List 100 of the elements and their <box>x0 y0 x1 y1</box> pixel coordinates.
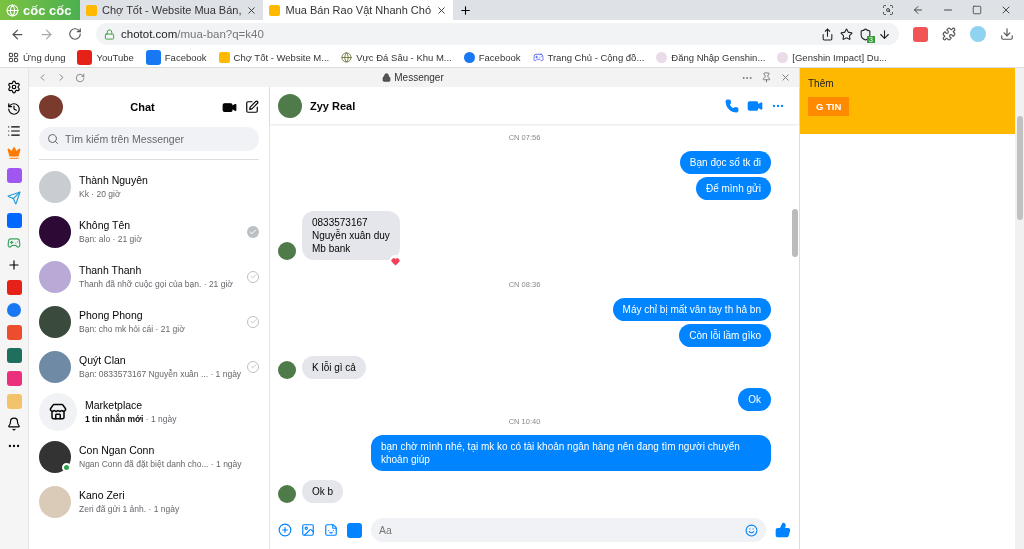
received-message: Ok b <box>302 480 344 503</box>
contact-avatar <box>278 93 302 118</box>
compose-icon[interactable] <box>245 100 259 114</box>
store-icon <box>49 402 67 421</box>
contact-name: Thành Nguyên <box>79 174 149 186</box>
window-title: Messenger <box>394 72 444 83</box>
received-message: 0833573167 Nguyễn xuân duy Mb bank <box>302 211 400 260</box>
conversation-item[interactable]: Con Ngan Conn Ngan Conn đã đặt biệt danh cho... · 1 ngày <box>39 434 259 479</box>
logo-icon <box>6 3 19 17</box>
contact-avatar <box>278 361 296 379</box>
contact-avatar <box>39 215 71 248</box>
contact-name: Marketplace <box>85 399 144 411</box>
bell-icon[interactable] <box>7 417 21 431</box>
url-text: chotot.com/mua-ban?q=k40 <box>121 28 264 40</box>
share-icon[interactable] <box>821 27 834 41</box>
thumbs-up-icon[interactable] <box>775 522 791 538</box>
download-arrow-icon[interactable] <box>878 27 891 41</box>
contact-name: Quýt Clan <box>79 354 127 366</box>
message-field[interactable]: Aa <box>371 518 766 542</box>
add-icon[interactable] <box>7 258 21 272</box>
menu-link[interactable]: Thêm <box>808 78 1015 89</box>
conversation-item[interactable]: Quýt Clan Bạn: 0833573167 Nguyễn xuân ... · 1 ngày <box>39 344 259 389</box>
browser-tab[interactable]: Mua Bán Rao Vật Nhanh Chó <box>263 0 454 20</box>
bookmark-link[interactable]: Trang Chủ - Cộng đồ... <box>547 52 645 63</box>
panel-title: Chat <box>129 101 156 113</box>
contact-name: Zyy Real <box>310 99 357 112</box>
back-arrow-icon[interactable] <box>912 4 924 16</box>
image-icon[interactable] <box>301 523 315 537</box>
conversation-item[interactable]: Phong Phong Bạn: cho mk hỏi cái · 21 giờ <box>39 299 259 344</box>
bookmark-link[interactable]: YouTube <box>96 52 134 63</box>
sent-message: Ok <box>738 388 771 411</box>
star-icon[interactable] <box>840 27 853 41</box>
message-preview: Ngan Conn đã đặt biệt danh cho... · 1 ngày <box>79 459 243 469</box>
maximize-icon[interactable] <box>972 5 982 15</box>
search-icon <box>47 133 59 145</box>
browser-tab[interactable]: Chợ Tốt - Website Mua Bán, <box>80 0 264 20</box>
add-icon[interactable] <box>278 523 292 537</box>
gamepad-icon <box>532 52 544 63</box>
profile-avatar[interactable] <box>39 95 63 119</box>
contact-avatar <box>278 485 296 503</box>
conversation-item[interactable]: Thanh Thanh Thanh đã nhỡ cuộc gọi của bạn. · 21 giờ <box>39 254 259 299</box>
phone-icon[interactable] <box>725 98 739 113</box>
grid-icon <box>8 52 19 63</box>
download-icon[interactable] <box>1000 27 1014 41</box>
bookmark-link[interactable]: Facebook <box>478 52 521 63</box>
sent-message: Bạn đọc số tk đi <box>679 151 771 174</box>
bookmark-link[interactable]: Đăng Nhập Genshin... <box>671 52 766 63</box>
globe-icon <box>341 52 353 63</box>
crown-icon[interactable] <box>7 146 21 160</box>
message-preview: Bạn: cho mk hỏi cái · 21 giờ <box>79 324 186 334</box>
contact-name: Thanh Thanh <box>79 264 143 276</box>
list-icon[interactable] <box>7 124 21 138</box>
close-icon[interactable] <box>246 4 258 16</box>
contact-name: Phong Phong <box>79 309 144 321</box>
message-preview: 1 tin nhắn mới · 1 ngày <box>85 414 178 424</box>
sent-message: Để mình gửi <box>695 177 771 200</box>
sticker-icon[interactable] <box>324 523 338 537</box>
paper-plane-icon[interactable] <box>7 191 21 205</box>
new-tab-icon[interactable] <box>459 3 473 17</box>
pin-icon[interactable] <box>761 72 772 83</box>
message-preview: Bạn: alo · 21 giờ <box>79 234 143 244</box>
bookmark-link[interactable]: Vực Đá Sâu - Khu M... <box>356 52 452 63</box>
gamepad-icon[interactable] <box>7 236 21 250</box>
bookmark-link[interactable]: Ứng dụng <box>23 52 66 63</box>
emoji-icon[interactable] <box>745 524 758 537</box>
message-preview: Zeri đã gửi 1 ảnh. · 1 ngày <box>79 504 181 514</box>
screen-search-icon[interactable] <box>882 4 894 16</box>
sent-message: Còn lỗi lầm gìko <box>679 324 771 347</box>
bookmark-link[interactable]: [Genshin Impact] Du... <box>792 52 887 63</box>
conversation-item[interactable]: Kano Zeri Zeri đã gửi 1 ảnh. · 1 ngày <box>39 479 259 524</box>
search-field[interactable]: Tìm kiếm trên Messenger <box>39 127 259 151</box>
contact-avatar <box>39 305 71 338</box>
back-icon[interactable] <box>10 26 25 42</box>
close-icon[interactable] <box>1000 4 1012 16</box>
sent-message: bạn chờ mình nhé, tại mk ko có tài khoản ngân hàng nên đang tìm người chuyển khoản giúp <box>371 435 771 471</box>
contact-avatar <box>39 485 71 518</box>
contact-name: Kano Zeri <box>79 489 126 501</box>
contact-name: Con Ngan Conn <box>79 444 156 456</box>
puzzle-icon[interactable] <box>942 27 956 41</box>
close-icon[interactable] <box>436 4 448 16</box>
settings-icon[interactable] <box>7 80 21 94</box>
conversation-item[interactable]: Không Tên Bạn: alo · 21 giờ <box>39 209 259 254</box>
received-message: K lỗi gì cả <box>302 356 366 379</box>
shield-glyph-icon <box>859 27 872 41</box>
contact-avatar <box>278 242 296 260</box>
history-icon[interactable] <box>7 102 21 116</box>
bookmark-link[interactable]: Facebook <box>164 52 207 63</box>
contact-avatar <box>39 350 71 383</box>
bookmark-link[interactable]: Chợ Tốt - Website M... <box>233 52 330 63</box>
contact-name: Không Tên <box>79 219 132 231</box>
contact-avatar <box>39 170 71 203</box>
message-preview: Thanh đã nhỡ cuộc gọi của bạn. · 21 giờ <box>79 279 234 289</box>
reload-icon[interactable] <box>68 27 82 41</box>
conversation-item[interactable]: Marketplace 1 tin nhắn mới · 1 ngày <box>39 389 259 434</box>
conversation-item[interactable]: Thành Nguyên Kk · 20 giờ <box>39 164 259 209</box>
message-preview: Kk · 20 giờ <box>79 189 122 199</box>
sent-message: Máy chỉ bị mất vân tay th hả bn <box>612 298 771 321</box>
contact-avatar <box>39 260 71 293</box>
message-preview: Bạn: 0833573167 Nguyễn xuân ... · 1 ngày <box>79 369 239 379</box>
forward-icon[interactable] <box>39 26 54 42</box>
